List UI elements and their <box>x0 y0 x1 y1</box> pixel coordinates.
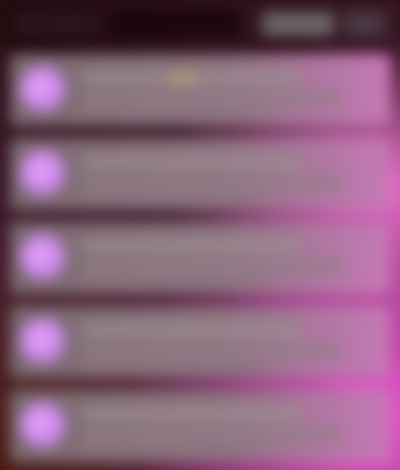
top-bar <box>0 0 400 48</box>
list-item-badge <box>170 72 196 84</box>
page-title <box>110 10 240 36</box>
list-item-title <box>82 240 302 252</box>
user-avatar-icon <box>20 402 66 448</box>
list-item-meta <box>82 278 262 286</box>
user-avatar-icon <box>20 150 66 196</box>
list-item[interactable] <box>10 306 390 378</box>
app-screen <box>0 0 400 470</box>
list-item-meta <box>82 446 262 454</box>
list-item[interactable] <box>10 222 390 294</box>
list-item-subtitle <box>82 262 342 272</box>
more-icon[interactable] <box>344 12 384 36</box>
menu-button[interactable] <box>14 14 94 34</box>
list-item-subtitle <box>82 94 342 104</box>
user-avatar-icon <box>20 234 66 280</box>
list-item-subtitle <box>82 178 342 188</box>
list-item-title <box>82 156 302 168</box>
list-item-meta <box>82 362 262 370</box>
list-item[interactable] <box>10 390 390 462</box>
list-item-title <box>82 408 302 420</box>
list-item-subtitle <box>82 430 342 440</box>
header-action-button[interactable] <box>262 12 334 36</box>
conversation-list <box>10 54 390 464</box>
list-item[interactable] <box>10 138 390 210</box>
user-avatar-icon <box>20 318 66 364</box>
list-item[interactable] <box>10 54 390 126</box>
list-item-title <box>82 324 302 336</box>
list-item-meta <box>82 194 262 202</box>
list-item-meta <box>82 110 262 118</box>
user-avatar-icon <box>20 66 66 112</box>
list-item-subtitle <box>82 346 342 356</box>
